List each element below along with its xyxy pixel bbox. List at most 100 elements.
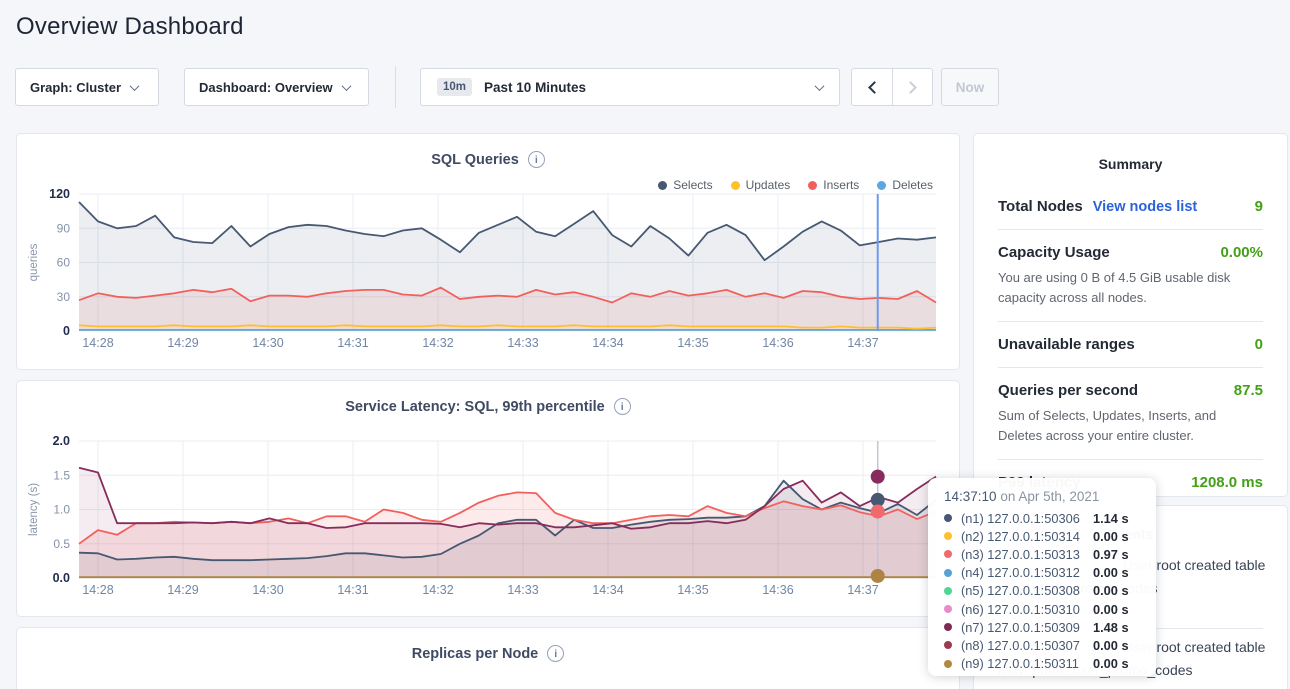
qps-label: Queries per second xyxy=(998,382,1138,399)
node-color-dot-icon xyxy=(944,550,952,558)
chevron-right-icon xyxy=(904,81,917,94)
tooltip-node-address: (n4) 127.0.0.1:50312 xyxy=(961,565,1093,580)
service-latency-panel: Service Latency: SQL, 99th percentile i … xyxy=(16,380,960,617)
time-range-label: Past 10 Minutes xyxy=(484,80,586,95)
svg-text:14:32: 14:32 xyxy=(422,583,453,597)
tooltip-time: 14:37:10 xyxy=(944,489,997,504)
svg-text:14:35: 14:35 xyxy=(677,583,708,597)
svg-text:latency (s): latency (s) xyxy=(28,483,40,536)
tooltip-node-address: (n9) 127.0.0.1:50311 xyxy=(961,656,1093,671)
svg-text:14:30: 14:30 xyxy=(252,583,283,597)
tooltip-node-value: 0.00 s xyxy=(1093,529,1129,544)
svg-text:30: 30 xyxy=(57,290,71,304)
tooltip-row: (n9) 127.0.0.1:503110.00 s xyxy=(944,655,1142,673)
time-forward-button[interactable] xyxy=(892,69,932,105)
svg-text:14:37: 14:37 xyxy=(847,336,878,350)
svg-text:14:34: 14:34 xyxy=(592,336,623,350)
tooltip-row: (n4) 127.0.0.1:503120.00 s xyxy=(944,564,1142,582)
info-icon[interactable]: i xyxy=(614,398,631,415)
svg-text:90: 90 xyxy=(57,221,71,235)
node-color-dot-icon xyxy=(944,587,952,595)
toolbar-divider xyxy=(395,66,396,108)
now-button[interactable]: Now xyxy=(941,68,999,106)
tooltip-rows: (n1) 127.0.0.1:503061.14 s(n2) 127.0.0.1… xyxy=(944,509,1142,673)
tooltip-row: (n6) 127.0.0.1:503100.00 s xyxy=(944,600,1142,618)
svg-text:14:29: 14:29 xyxy=(167,336,198,350)
tooltip-row: (n8) 127.0.0.1:503070.00 s xyxy=(944,636,1142,654)
svg-text:14:29: 14:29 xyxy=(167,583,198,597)
graph-dropdown-label: Graph: Cluster xyxy=(30,80,121,95)
tooltip-node-value: 0.00 s xyxy=(1093,602,1129,617)
svg-text:0: 0 xyxy=(63,324,70,338)
svg-text:14:33: 14:33 xyxy=(507,336,538,350)
time-range-badge: 10m xyxy=(437,78,472,96)
chevron-down-icon xyxy=(815,81,825,91)
svg-text:14:31: 14:31 xyxy=(337,583,368,597)
sql-queries-panel: SQL Queries i SelectsUpdatesInsertsDelet… xyxy=(16,133,960,370)
summary-heading: Summary xyxy=(998,156,1263,172)
tooltip-row: (n3) 127.0.0.1:503130.97 s xyxy=(944,545,1142,563)
tooltip-node-address: (n3) 127.0.0.1:50313 xyxy=(961,547,1093,562)
time-range-dropdown[interactable]: 10m Past 10 Minutes xyxy=(420,68,840,106)
graph-dropdown[interactable]: Graph: Cluster xyxy=(15,68,159,106)
svg-text:14:34: 14:34 xyxy=(592,583,623,597)
p99-latency-value: 1208.0 ms xyxy=(1191,474,1263,491)
tooltip-timestamp: 14:37:10 on Apr 5th, 2021 xyxy=(944,489,1142,504)
page-title: Overview Dashboard xyxy=(16,13,244,41)
svg-text:14:32: 14:32 xyxy=(422,336,453,350)
chart-hover-tooltip: 14:37:10 on Apr 5th, 2021 (n1) 127.0.0.1… xyxy=(928,478,1156,676)
time-pager xyxy=(851,68,933,106)
unavailable-ranges-row: Unavailable ranges 0 xyxy=(998,336,1263,353)
node-color-dot-icon xyxy=(944,660,952,668)
svg-text:14:37: 14:37 xyxy=(847,583,878,597)
svg-text:1.5: 1.5 xyxy=(53,468,70,482)
svg-text:14:33: 14:33 xyxy=(507,583,538,597)
tooltip-node-address: (n6) 127.0.0.1:50310 xyxy=(961,602,1093,617)
info-icon[interactable]: i xyxy=(547,645,564,662)
divider xyxy=(998,367,1263,368)
tooltip-node-value: 0.97 s xyxy=(1093,547,1129,562)
svg-text:1.0: 1.0 xyxy=(53,503,70,517)
overview-dashboard-page: Overview Dashboard Graph: Cluster Dashbo… xyxy=(0,0,1290,689)
svg-text:14:36: 14:36 xyxy=(762,336,793,350)
view-nodes-list-link[interactable]: View nodes list xyxy=(1093,199,1198,215)
summary-panel: Summary Total Nodes View nodes list 9 Ca… xyxy=(973,133,1288,497)
sql-queries-chart[interactable]: 14:2814:2914:3014:3114:3214:3314:3414:35… xyxy=(17,184,959,369)
tooltip-node-address: (n5) 127.0.0.1:50308 xyxy=(961,583,1093,598)
tooltip-node-address: (n2) 127.0.0.1:50314 xyxy=(961,529,1093,544)
tooltip-row: (n5) 127.0.0.1:503080.00 s xyxy=(944,582,1142,600)
info-icon[interactable]: i xyxy=(528,151,545,168)
tooltip-date: on Apr 5th, 2021 xyxy=(1000,489,1099,504)
node-color-dot-icon xyxy=(944,623,952,631)
replicas-per-node-panel: Replicas per Node i xyxy=(16,627,960,689)
tooltip-node-value: 0.00 s xyxy=(1093,583,1129,598)
service-latency-chart[interactable]: 14:28 14:29 14:30 14:31 14:32 14:33 14:34 14:35… xyxy=(17,431,959,616)
time-back-button[interactable] xyxy=(852,69,892,105)
tooltip-node-address: (n8) 127.0.0.1:50307 xyxy=(961,638,1093,653)
chevron-down-icon xyxy=(130,81,140,91)
unavailable-ranges-value: 0 xyxy=(1255,336,1263,353)
divider xyxy=(998,321,1263,322)
svg-text:0.0: 0.0 xyxy=(53,571,70,585)
node-color-dot-icon xyxy=(944,641,952,649)
capacity-label: Capacity Usage xyxy=(998,244,1110,261)
total-nodes-row: Total Nodes View nodes list 9 xyxy=(998,198,1263,215)
svg-text:queries: queries xyxy=(28,243,40,281)
svg-text:14:28: 14:28 xyxy=(82,336,113,350)
capacity-row: Capacity Usage 0.00% xyxy=(998,244,1263,261)
svg-text:14:36: 14:36 xyxy=(762,583,793,597)
svg-text:14:28: 14:28 xyxy=(82,583,113,597)
svg-text:120: 120 xyxy=(49,187,70,201)
divider xyxy=(998,459,1263,460)
total-nodes-value: 9 xyxy=(1255,198,1263,215)
total-nodes-label: Total Nodes xyxy=(998,198,1083,215)
svg-text:0.5: 0.5 xyxy=(53,537,70,551)
dashboard-dropdown[interactable]: Dashboard: Overview xyxy=(184,68,369,106)
tooltip-node-value: 0.00 s xyxy=(1093,656,1129,671)
qps-row: Queries per second 87.5 xyxy=(998,382,1263,399)
svg-text:14:31: 14:31 xyxy=(337,336,368,350)
replicas-per-node-title: Replicas per Node xyxy=(412,646,539,662)
node-color-dot-icon xyxy=(944,532,952,540)
tooltip-node-address: (n7) 127.0.0.1:50309 xyxy=(961,620,1093,635)
divider xyxy=(998,229,1263,230)
